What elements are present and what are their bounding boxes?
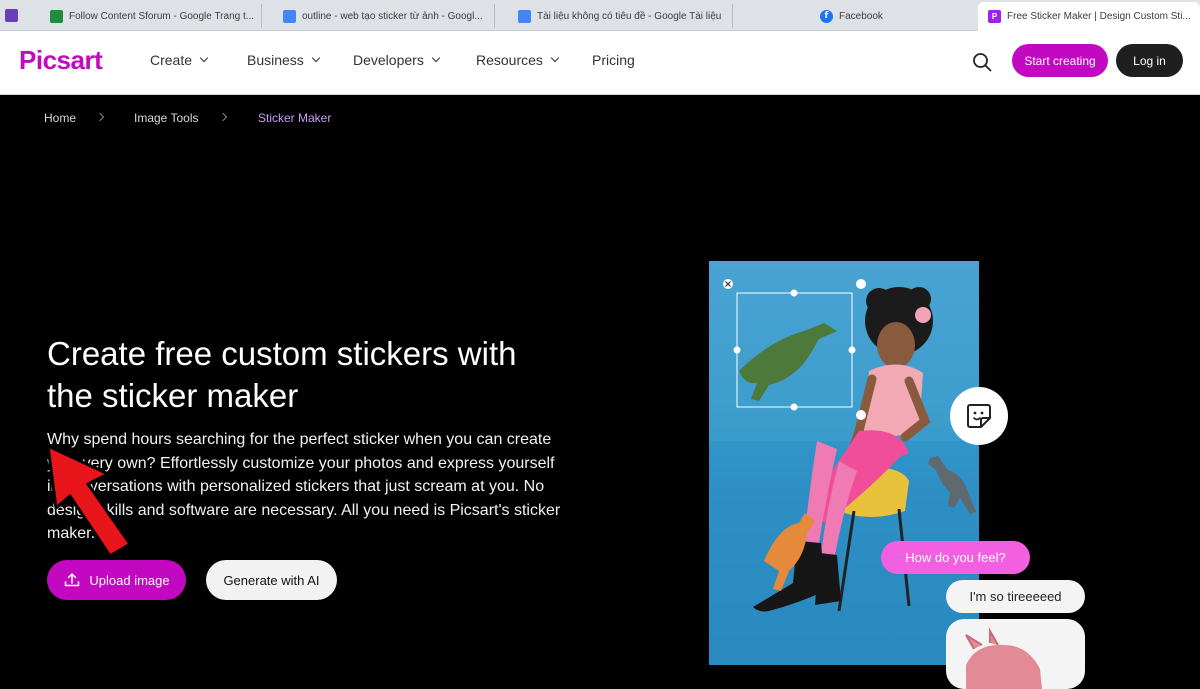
tab-title: Follow Content Sforum - Google Trang t..… bbox=[69, 10, 255, 22]
nav-label: Resources bbox=[476, 52, 543, 68]
nav-create[interactable]: Create bbox=[150, 52, 209, 68]
tab-title: Facebook bbox=[839, 10, 883, 22]
google-sheets-icon bbox=[50, 9, 63, 23]
chat-bubble-answer: I'm so tireeeeed bbox=[946, 580, 1085, 613]
sticker-tool-button[interactable] bbox=[950, 387, 1008, 445]
triceratops-sticker-icon bbox=[965, 627, 1042, 689]
generate-with-ai-button[interactable]: Generate with AI bbox=[206, 560, 337, 600]
browser-tab[interactable]: Follow Content Sforum - Google Trang t..… bbox=[40, 4, 262, 28]
tab-title: Free Sticker Maker | Design Custom Sti..… bbox=[1007, 11, 1191, 22]
sticker-preview-card bbox=[946, 619, 1085, 689]
upload-label: Upload image bbox=[89, 572, 170, 588]
browser-tab-active[interactable]: P Free Sticker Maker | Design Custom Sti… bbox=[978, 2, 1200, 31]
nav-label: Developers bbox=[353, 52, 424, 68]
google-docs-icon bbox=[518, 9, 531, 23]
login-button[interactable]: Log in bbox=[1116, 44, 1183, 77]
chevron-down-icon bbox=[550, 53, 560, 63]
tab-title: outline - web tạo sticker từ ảnh - Googl… bbox=[302, 10, 483, 22]
dinosaur-sticker-icon bbox=[928, 456, 976, 514]
breadcrumb-home[interactable]: Home bbox=[44, 111, 76, 125]
facebook-icon: f bbox=[820, 9, 833, 23]
chevron-right-icon bbox=[218, 112, 228, 122]
browser-tab[interactable]: f Facebook bbox=[810, 4, 960, 28]
sticker-icon bbox=[967, 404, 991, 428]
breadcrumb-sticker-maker: Sticker Maker bbox=[258, 111, 332, 125]
nav-business[interactable]: Business bbox=[247, 52, 321, 68]
start-creating-button[interactable]: Start creating bbox=[1012, 44, 1108, 77]
google-docs-icon bbox=[283, 9, 296, 23]
browser-tab-bar: Follow Content Sforum - Google Trang t..… bbox=[0, 0, 1200, 31]
site-header: Picsart Create Business Developers Resou… bbox=[0, 31, 1200, 95]
search-icon[interactable] bbox=[970, 50, 994, 74]
picsart-logo[interactable]: Picsart bbox=[19, 45, 103, 76]
browser-tab[interactable]: outline - web tạo sticker từ ảnh - Googl… bbox=[273, 4, 495, 28]
chevron-down-icon bbox=[431, 53, 441, 63]
red-arrow-annotation-icon bbox=[46, 444, 132, 558]
tab-list-icon[interactable] bbox=[5, 9, 18, 22]
browser-tab[interactable]: Tài liệu không có tiêu đề - Google Tài l… bbox=[508, 4, 733, 28]
nav-label: Create bbox=[150, 52, 193, 68]
chat-bubble-question: How do you feel? bbox=[881, 541, 1030, 574]
breadcrumb-image-tools[interactable]: Image Tools bbox=[134, 111, 198, 125]
chevron-down-icon bbox=[311, 53, 321, 63]
nav-developers[interactable]: Developers bbox=[353, 52, 441, 68]
chevron-right-icon bbox=[95, 112, 105, 122]
picsart-icon: P bbox=[988, 10, 1001, 23]
nav-label: Pricing bbox=[592, 52, 635, 68]
tab-title: Tài liệu không có tiêu đề - Google Tài l… bbox=[537, 10, 722, 22]
nav-resources[interactable]: Resources bbox=[476, 52, 560, 68]
nav-pricing[interactable]: Pricing bbox=[592, 52, 635, 68]
page-title: Create free custom stickers with the sti… bbox=[47, 335, 517, 414]
nav-label: Business bbox=[247, 52, 304, 68]
chevron-down-icon bbox=[199, 53, 209, 63]
upload-icon bbox=[65, 573, 80, 587]
